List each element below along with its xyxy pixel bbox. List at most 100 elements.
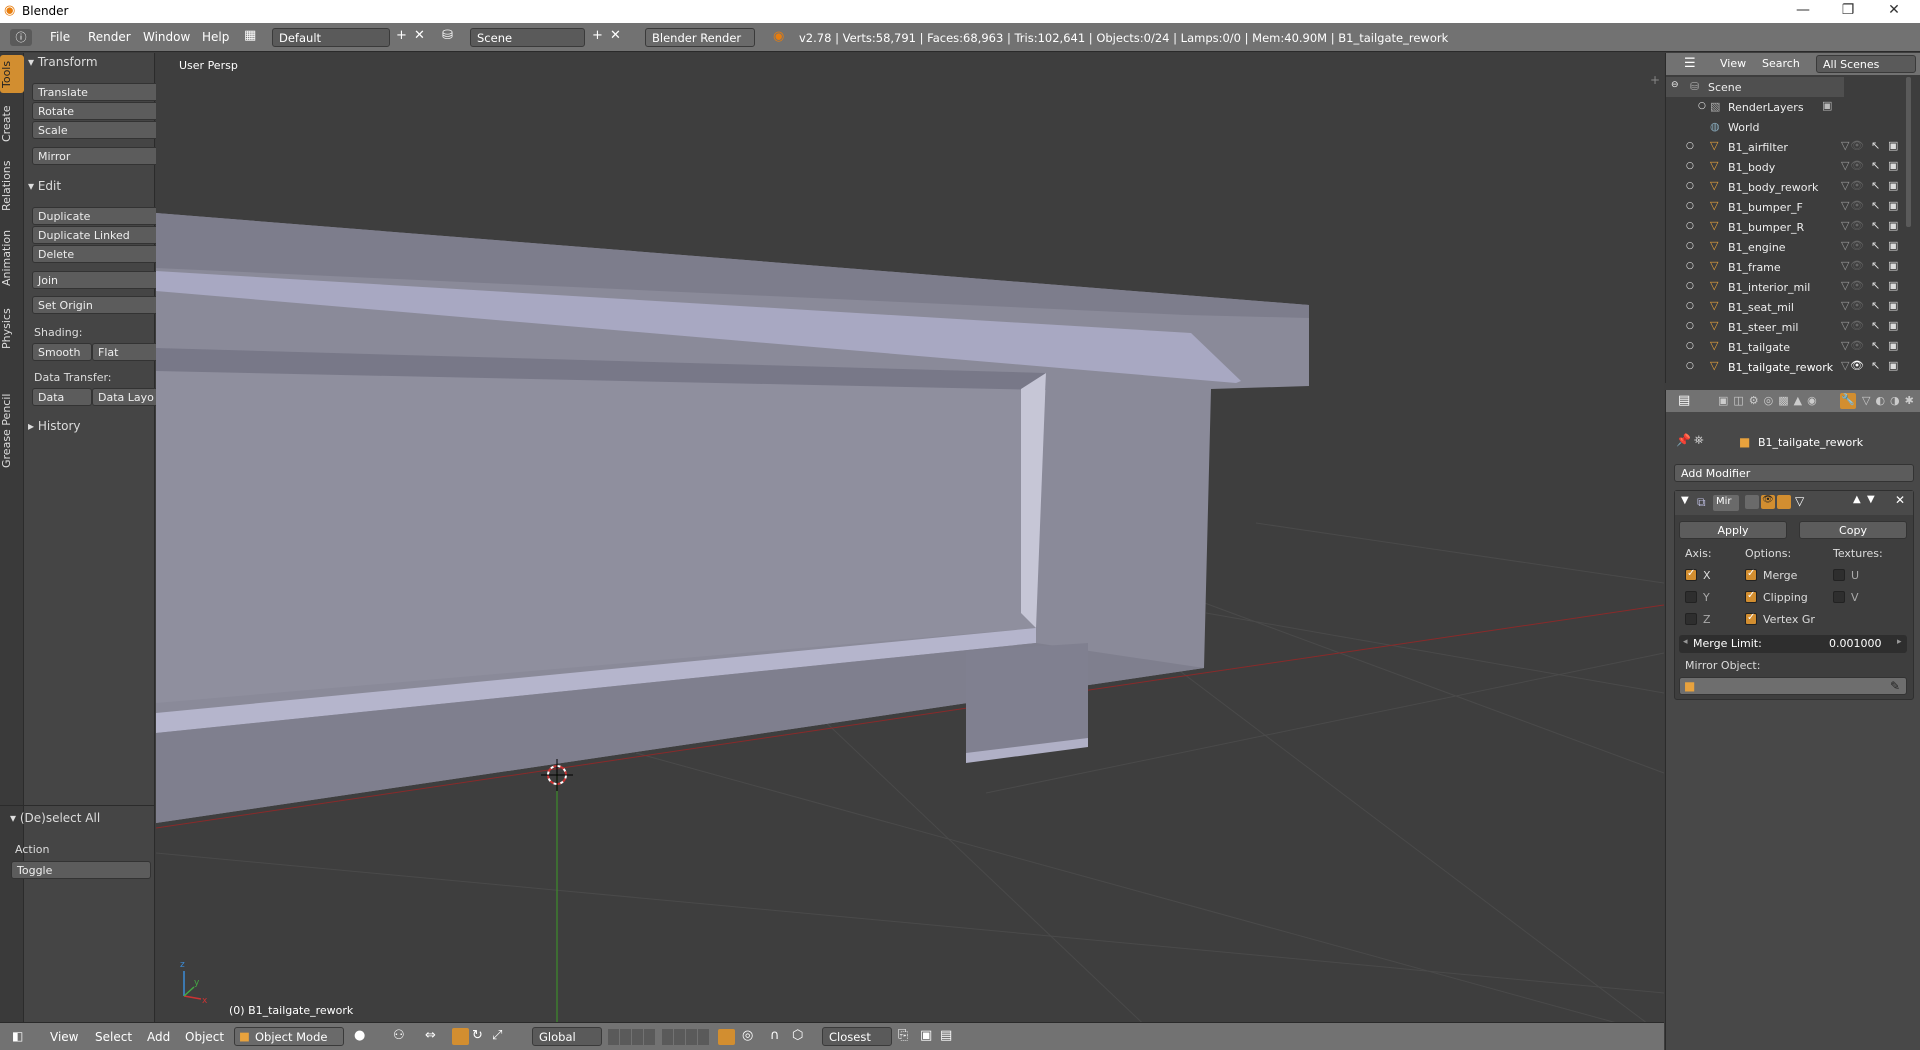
outliner-row-object[interactable]: ○ ▽ B1_tailgate ▽ 👁 ↖ ▣ — [1666, 337, 1920, 357]
history-panel-header[interactable]: ▸ History — [28, 419, 152, 437]
pin-icon[interactable]: 📌 — [1676, 433, 1691, 447]
show-on-cage-icon[interactable]: ▽ — [1795, 494, 1804, 508]
remove-layout-icon[interactable]: ✕ — [414, 28, 425, 43]
mirror-button[interactable]: Mirror — [32, 147, 173, 165]
expand-toggle-icon[interactable]: ○ — [1686, 161, 1694, 171]
visibility-eye-icon[interactable]: 👁 — [1850, 279, 1864, 292]
smooth-button[interactable]: Smooth — [32, 343, 92, 361]
viewport-shading-icon[interactable]: ● — [354, 1028, 365, 1043]
outliner-menu-search[interactable]: Search — [1762, 57, 1800, 70]
property-context-tabs-more[interactable]: ▽◐◑✱ — [1862, 394, 1919, 407]
opengl-render-icon[interactable]: ⎘ — [898, 1028, 908, 1043]
expand-toggle-icon[interactable]: ○ — [1686, 201, 1694, 211]
visibility-eye-icon[interactable]: 👁 — [1850, 199, 1864, 212]
expand-toggle-icon[interactable]: ○ — [1686, 361, 1694, 371]
visibility-eye-icon[interactable]: 👁 — [1850, 159, 1864, 172]
expand-toggle-icon[interactable]: ○ — [1686, 281, 1694, 291]
renderability-camera-icon[interactable]: ▣ — [1888, 139, 1898, 152]
renderability-camera-icon[interactable]: ▣ — [1888, 219, 1898, 232]
outliner-scrollbar[interactable] — [1906, 77, 1911, 227]
mode-select[interactable]: ■ Object Mode — [234, 1027, 344, 1046]
modifier-name-field[interactable]: Mir — [1713, 495, 1739, 511]
renderability-camera-icon[interactable]: ▣ — [1888, 199, 1898, 212]
menu-help[interactable]: Help — [202, 30, 229, 44]
mirror-object-field[interactable]: ■ ✎ — [1679, 677, 1907, 695]
expand-toggle-icon[interactable]: ○ — [1686, 261, 1694, 271]
outliner-row-object[interactable]: ○ ▽ B1_seat_mil ▽ 👁 ↖ ▣ — [1666, 297, 1920, 317]
outliner-row-renderlayers[interactable]: ○ ▧ RenderLayers ▣ — [1666, 97, 1920, 117]
duplicate-button[interactable]: Duplicate — [32, 207, 173, 225]
expand-toggle-icon[interactable]: ○ — [1686, 341, 1694, 351]
texture-v-checkbox[interactable] — [1833, 591, 1845, 603]
3d-viewport[interactable]: z x y User Persp (0) B1_tailgate_rework … — [156, 53, 1664, 1036]
modifier-tab-wrench-icon[interactable]: 🔧 — [1840, 393, 1856, 409]
property-context-tabs[interactable]: ▣◫⚙◎▩▲◉ — [1718, 394, 1822, 407]
outliner-row-object[interactable]: ○ ▽ B1_bumper_R ▽ 👁 ↖ ▣ — [1666, 217, 1920, 237]
clipping-checkbox[interactable] — [1745, 590, 1757, 603]
set-origin-select[interactable]: Set Origin — [32, 296, 173, 314]
remove-scene-icon[interactable]: ✕ — [610, 28, 621, 43]
tab-physics[interactable]: Physics — [0, 279, 24, 379]
visibility-eye-icon[interactable]: 👁 — [1850, 219, 1864, 232]
outliner-row-object[interactable]: ○ ▽ B1_body ▽ 👁 ↖ ▣ — [1666, 157, 1920, 177]
menu-file[interactable]: File — [50, 30, 70, 44]
outliner-row-object[interactable]: ○ ▽ B1_body_rework ▽ 👁 ↖ ▣ — [1666, 177, 1920, 197]
pivot-point-icon[interactable]: ⚇ — [393, 1028, 405, 1043]
renderability-camera-icon[interactable]: ▣ — [1888, 239, 1898, 252]
translate-manipulator-icon[interactable] — [452, 1028, 469, 1045]
render-engine-select[interactable]: Blender Render — [645, 28, 755, 47]
menu-render[interactable]: Render — [88, 30, 131, 44]
rotate-manipulator-icon[interactable]: ↻ — [472, 1028, 483, 1043]
operator-panel-header[interactable]: ▾ (De)select All — [10, 811, 155, 829]
outliner-row-object[interactable]: ○ ▽ B1_interior_mil ▽ 👁 ↖ ▣ — [1666, 277, 1920, 297]
tab-grease-pencil[interactable]: Grease Pencil — [0, 383, 24, 478]
scale-manipulator-icon[interactable]: ⤢ — [492, 1028, 502, 1043]
expand-toggle-icon[interactable]: ○ — [1686, 241, 1694, 251]
visibility-eye-icon[interactable]: 👁 — [1850, 139, 1864, 152]
join-button[interactable]: Join — [32, 271, 173, 289]
selectability-cursor-icon[interactable]: ↖ — [1871, 259, 1880, 272]
properties-editor-icon[interactable]: ▤ — [1678, 393, 1690, 408]
collapse-toggle-icon[interactable]: ⊖ — [1671, 80, 1679, 90]
show-in-editmode-icon[interactable] — [1745, 495, 1759, 509]
renderability-camera-icon[interactable]: ▣ — [1888, 279, 1898, 292]
minimize-icon[interactable]: — — [1793, 2, 1813, 18]
vertex-groups-checkbox[interactable] — [1745, 612, 1757, 625]
selectability-cursor-icon[interactable]: ↖ — [1871, 319, 1880, 332]
transform-orientation-select[interactable]: Global — [532, 1027, 602, 1046]
selectability-cursor-icon[interactable]: ↖ — [1871, 219, 1880, 232]
copy-button[interactable]: Copy — [1799, 521, 1907, 539]
editor-type-icon[interactable]: ◧ — [12, 1029, 23, 1043]
transform-panel-header[interactable]: ▾ Transform — [28, 55, 152, 73]
texture-u-checkbox[interactable] — [1833, 569, 1845, 581]
renderability-camera-icon[interactable]: ▣ — [1888, 319, 1898, 332]
expand-toggle-icon[interactable]: ○ — [1686, 301, 1694, 311]
collapse-arrow-icon[interactable]: ▼ — [1681, 495, 1689, 506]
outliner-editor-icon[interactable]: ☰ — [1684, 56, 1696, 71]
scale-button[interactable]: Scale — [32, 121, 173, 139]
show-in-render-icon[interactable] — [1777, 495, 1791, 509]
delete-button[interactable]: Delete — [32, 245, 173, 263]
renderability-camera-icon[interactable]: ▣ — [1888, 299, 1898, 312]
outliner-row-object[interactable]: ○ ▽ B1_frame ▽ 👁 ↖ ▣ — [1666, 257, 1920, 277]
merge-checkbox[interactable] — [1745, 568, 1757, 581]
expand-toggle-icon[interactable]: ○ — [1698, 101, 1706, 111]
selectability-cursor-icon[interactable]: ↖ — [1871, 279, 1880, 292]
outliner-menu-view[interactable]: View — [1720, 57, 1746, 70]
scene-field[interactable]: Scene — [470, 28, 585, 47]
eyedropper-icon[interactable]: ✎ — [1890, 679, 1900, 693]
tab-tools[interactable]: Tools — [0, 55, 24, 93]
expand-toggle-icon[interactable]: ○ — [1686, 141, 1694, 151]
outliner-row-scene[interactable]: ⊖ ⛁ Scene — [1666, 77, 1844, 97]
renderability-camera-icon[interactable]: ▣ — [1888, 159, 1898, 172]
outliner-display-mode-select[interactable]: All Scenes — [1816, 55, 1916, 73]
visibility-eye-icon[interactable]: 👁 — [1850, 259, 1864, 272]
expand-toggle-icon[interactable]: ○ — [1686, 181, 1694, 191]
decrement-arrow-icon[interactable]: ◂ — [1683, 637, 1688, 647]
renderability-camera-icon[interactable]: ▣ — [1888, 339, 1898, 352]
render-sequence-icon[interactable]: ▤ — [940, 1028, 952, 1043]
manipulator-toggle-icon[interactable]: ⇔ — [425, 1028, 436, 1043]
action-select[interactable]: Toggle — [11, 861, 151, 879]
screen-layout-icon[interactable]: ▦ — [244, 28, 256, 43]
remove-modifier-icon[interactable]: ✕ — [1895, 493, 1905, 507]
